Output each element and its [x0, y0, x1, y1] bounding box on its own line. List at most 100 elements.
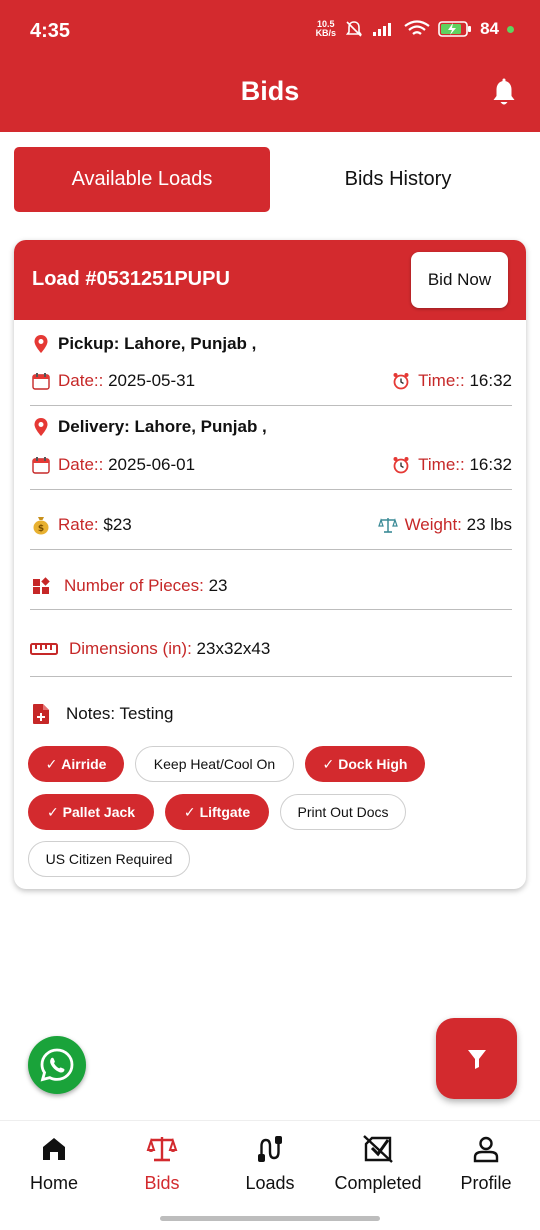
filter-button[interactable]	[436, 1018, 517, 1099]
app-bar: Bids	[0, 62, 540, 132]
rate-weight-row: $ Rate: $23 Weight: 23 lbs	[30, 515, 512, 535]
divider	[30, 489, 512, 490]
divider	[30, 405, 512, 406]
calendar-icon	[30, 456, 52, 474]
nav-label-completed: Completed	[334, 1173, 422, 1193]
svg-text:$: $	[38, 524, 44, 534]
notes-row: Notes: Testing	[30, 703, 512, 725]
rate-value: $23	[103, 515, 132, 534]
check-icon: ✓	[322, 755, 335, 772]
status-bar: 4:35 10.5 KB/s 84	[0, 0, 540, 62]
chip-airride[interactable]: ✓ Airride	[28, 746, 124, 782]
nav-label-loads: Loads	[245, 1173, 295, 1193]
check-icon: ✓	[45, 755, 58, 772]
nav-item-completed[interactable]: Completed	[324, 1131, 432, 1194]
delivery-datetime-row: Date:: 2025-06-01 Time:: 16:32	[30, 455, 512, 475]
widgets-icon	[30, 577, 52, 595]
pickup-date: 2025-05-31	[108, 371, 196, 390]
pickup-time: 16:32	[469, 371, 512, 390]
pin-icon	[30, 417, 52, 437]
weight-value: 23 lbs	[466, 515, 512, 534]
dimensions-value: 23x32x43	[196, 639, 271, 658]
divider	[30, 549, 512, 550]
route-icon	[258, 1136, 282, 1162]
chip-pallet-jack[interactable]: ✓ Pallet Jack	[28, 794, 154, 830]
dot-indicator	[507, 25, 514, 33]
status-time: 4:35	[30, 20, 71, 42]
nav-label-home: Home	[29, 1173, 78, 1193]
home-icon	[43, 1138, 65, 1160]
weight-label: Weight:	[404, 515, 462, 534]
delivery-time: 16:32	[469, 455, 512, 474]
load-card: Load #0531251PUPU Bid Now Pickup: Lahore…	[14, 240, 526, 889]
pickup-date-label: Date::	[58, 371, 104, 390]
pickup-row: Pickup: Lahore, Punjab ,	[30, 334, 512, 354]
pickup-time-label: Time::	[418, 371, 465, 390]
network-speed: 10.5 KB/s	[315, 19, 337, 38]
battery-percent: 84	[480, 19, 499, 38]
nav-label-profile: Profile	[460, 1173, 512, 1193]
note-add-icon	[30, 703, 52, 725]
delivery-location: Delivery: Lahore, Punjab ,	[58, 417, 267, 436]
nav-item-home[interactable]: Home	[0, 1131, 108, 1194]
bid-now-button[interactable]: Bid Now	[411, 252, 508, 308]
check-icon: ✓	[183, 803, 196, 820]
status-icons: 10.5 KB/s 84	[316, 19, 514, 39]
delivery-time-group: Time:: 16:32	[390, 455, 512, 475]
pin-icon	[30, 334, 52, 354]
page-title: Bids	[240, 76, 300, 106]
signal-icon	[373, 23, 392, 36]
pickup-time-group: Time:: 16:32	[390, 371, 512, 391]
whatsapp-button[interactable]	[28, 1036, 86, 1094]
delivery-date-label: Date::	[58, 455, 104, 474]
filter-icon	[467, 1049, 486, 1069]
balance-scale-icon	[377, 516, 399, 534]
tab-bar: Available Loads Bids History	[14, 147, 526, 212]
notification-bell-icon[interactable]	[490, 78, 518, 108]
nav-label-bids: Bids	[144, 1173, 180, 1193]
tab-available-loads[interactable]: Available Loads	[14, 147, 270, 212]
battery-icon	[438, 21, 472, 37]
load-number: Load #0531251PUPU	[32, 268, 230, 290]
dimensions-label: Dimensions (in):	[69, 639, 192, 658]
pieces-row: Number of Pieces: 23	[30, 576, 512, 596]
divider	[30, 609, 512, 610]
chip-us-citizen-required[interactable]: US Citizen Required	[28, 841, 190, 877]
rate-label: Rate:	[58, 515, 99, 534]
whatsapp-icon	[40, 1048, 74, 1082]
person-icon	[473, 1136, 499, 1163]
nav-item-profile[interactable]: Profile	[432, 1131, 540, 1194]
dimensions-row: Dimensions (in): 23x32x43	[30, 639, 512, 659]
divider	[30, 676, 512, 677]
delivery-date: 2025-06-01	[108, 455, 196, 474]
alarm-clock-icon	[390, 456, 412, 474]
money-bag-icon: $	[30, 515, 52, 535]
pickup-datetime-row: Date:: 2025-05-31 Time:: 16:32	[30, 371, 512, 391]
completed-icon	[363, 1135, 393, 1163]
weight-group: Weight: 23 lbs	[377, 515, 512, 535]
chip-keep-heat-cool-on[interactable]: Keep Heat/Cool On	[135, 746, 294, 782]
nav-item-bids[interactable]: Bids	[108, 1131, 216, 1194]
pieces-label: Number of Pieces:	[64, 576, 204, 595]
ruler-icon	[30, 642, 58, 656]
bell-muted-icon	[345, 21, 363, 37]
check-icon: ✓	[46, 803, 59, 820]
notes-text: Notes: Testing	[66, 704, 174, 723]
load-card-header: Load #0531251PUPU Bid Now	[14, 240, 526, 320]
chip-dock-high[interactable]: ✓ Dock High	[305, 746, 425, 782]
wifi-icon	[404, 20, 430, 35]
pickup-location: Pickup: Lahore, Punjab ,	[58, 334, 257, 353]
delivery-row: Delivery: Lahore, Punjab ,	[30, 417, 512, 437]
calendar-icon	[30, 372, 52, 390]
alarm-clock-icon	[390, 372, 412, 390]
tab-bids-history[interactable]: Bids History	[270, 147, 526, 212]
nav-item-loads[interactable]: Loads	[216, 1131, 324, 1194]
pieces-value: 23	[208, 576, 228, 595]
chip-liftgate[interactable]: ✓ Liftgate	[165, 794, 269, 830]
gesture-bar	[160, 1216, 380, 1221]
chip-print-out-docs[interactable]: Print Out Docs	[280, 794, 406, 830]
feature-chips: ✓ Airride Keep Heat/Cool On ✓ Dock High ✓ P…	[28, 746, 512, 877]
bottom-navigation: Home Bids Loads Completed Profile	[0, 1120, 540, 1230]
delivery-time-label: Time::	[418, 455, 465, 474]
scale-icon	[146, 1137, 178, 1162]
